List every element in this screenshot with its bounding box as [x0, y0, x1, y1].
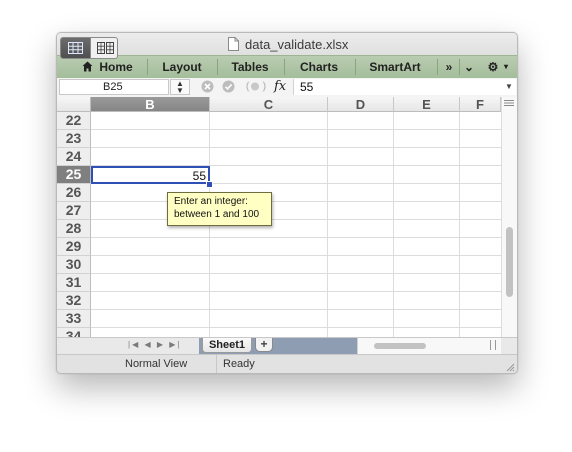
confirm-edit-icon[interactable]	[222, 80, 235, 93]
cancel-edit-icon[interactable]	[201, 80, 214, 93]
input-message-title: Enter an integer:	[174, 196, 248, 207]
column-header-c[interactable]: C	[210, 97, 328, 112]
formula-value: 55	[300, 80, 314, 94]
status-ready: Ready	[223, 358, 255, 370]
row-header[interactable]: 34	[57, 328, 91, 337]
tab-charts[interactable]: Charts	[285, 56, 353, 78]
row-header[interactable]: 28	[57, 220, 91, 238]
normal-view-button[interactable]	[61, 38, 90, 58]
grid-row-line	[91, 309, 501, 310]
grid-row-line	[91, 255, 501, 256]
vertical-scrollbar[interactable]	[501, 97, 517, 337]
formula-bar: B25 ▲ ▼ fx 55 ▼	[57, 78, 517, 98]
validation-input-message: Enter an integer: between 1 and 100	[167, 192, 272, 226]
fx-label[interactable]: fx	[274, 79, 286, 94]
excel-window: × data_validate.xlsx Home Layout Tables …	[56, 32, 518, 374]
row-header-selected[interactable]: 25	[57, 166, 91, 184]
status-divider	[216, 355, 217, 373]
grid-row-line	[91, 219, 501, 220]
horizontal-split-handle-icon[interactable]	[490, 340, 496, 350]
row-header[interactable]: 29	[57, 238, 91, 256]
page-layout-icon	[97, 42, 114, 54]
sheet-tab-bar: |◀ ◀ ▶ ▶| Sheet1 +	[57, 337, 517, 354]
settings-dropdown-icon[interactable]: ▾	[501, 56, 511, 78]
page-layout-view-button[interactable]	[90, 38, 117, 58]
horizontal-scroll-thumb[interactable]	[374, 343, 426, 349]
name-box-stepper[interactable]: ▲ ▼	[170, 79, 190, 95]
grid-row-line	[91, 129, 501, 130]
view-toggle	[60, 37, 118, 59]
column-header-f[interactable]: F	[460, 97, 501, 112]
tab-tables[interactable]: Tables	[218, 56, 282, 78]
sheet-navigation-arrows[interactable]: |◀ ◀ ▶ ▶|	[128, 340, 181, 349]
row-header[interactable]: 23	[57, 130, 91, 148]
grid-row-line	[91, 291, 501, 292]
grid-row-line	[91, 327, 501, 328]
fill-handle[interactable]	[206, 181, 213, 188]
name-box-value: B25	[103, 81, 123, 93]
active-cell-value: 55	[192, 169, 206, 183]
ribbon-overflow-button[interactable]: »	[441, 56, 457, 78]
add-sheet-button[interactable]: +	[255, 338, 273, 352]
home-icon	[82, 61, 93, 72]
tab-home[interactable]: Home	[95, 56, 137, 78]
normal-view-icon	[68, 42, 83, 54]
grid-row-line	[91, 147, 501, 148]
grid-column-line	[459, 112, 460, 337]
status-view-mode: Normal View	[125, 358, 188, 370]
row-header[interactable]: 30	[57, 256, 91, 274]
ribbon-tabs: Home Layout Tables Charts SmartArt » ⌄ ⚙…	[57, 55, 517, 79]
name-box[interactable]: B25	[59, 79, 169, 95]
stepper-down-icon: ▼	[176, 86, 184, 95]
row-header[interactable]: 32	[57, 292, 91, 310]
grid-row-line	[91, 273, 501, 274]
select-all-corner[interactable]	[57, 97, 91, 112]
status-bar: Normal View Ready	[57, 354, 517, 373]
grid-row-line	[91, 201, 501, 202]
row-header[interactable]: 22	[57, 112, 91, 130]
row-header[interactable]: 31	[57, 274, 91, 292]
ribbon-collapse-icon[interactable]: ⌄	[462, 56, 476, 78]
grid-column-line	[327, 112, 328, 337]
document-icon	[228, 37, 239, 51]
resize-grip-icon[interactable]	[506, 363, 515, 372]
active-cell[interactable]: 55	[91, 166, 210, 184]
row-header[interactable]: 24	[57, 148, 91, 166]
column-header-d[interactable]: D	[328, 97, 394, 112]
row-header[interactable]: 26	[57, 184, 91, 202]
sheet-tab-sheet1[interactable]: Sheet1	[202, 338, 252, 353]
input-message-body: between 1 and 100	[174, 209, 260, 220]
title-bar: × data_validate.xlsx	[57, 33, 517, 55]
formula-input[interactable]: 55	[293, 79, 502, 95]
split-handle-icon[interactable]	[504, 99, 514, 107]
formula-expand-icon[interactable]: ▼	[502, 79, 516, 95]
ribbon-divider	[437, 59, 438, 75]
row-header[interactable]: 33	[57, 310, 91, 328]
vertical-scroll-thumb[interactable]	[506, 227, 513, 297]
ribbon-divider	[459, 59, 460, 75]
spreadsheet-grid[interactable]: B C D E F 22 23 24 25 26 27 28 29 30 31 …	[57, 97, 501, 337]
tab-layout[interactable]: Layout	[148, 56, 216, 78]
tab-smartart[interactable]: SmartArt	[356, 56, 434, 78]
function-wizard-icon[interactable]	[245, 80, 267, 93]
column-header-e[interactable]: E	[394, 97, 460, 112]
horizontal-scrollbar[interactable]	[357, 338, 501, 354]
grid-column-line	[393, 112, 394, 337]
gear-icon[interactable]: ⚙	[485, 56, 501, 78]
window-title: data_validate.xlsx	[245, 37, 349, 52]
grid-row-line	[91, 237, 501, 238]
row-header[interactable]: 27	[57, 202, 91, 220]
column-header-b[interactable]: B	[91, 97, 210, 112]
